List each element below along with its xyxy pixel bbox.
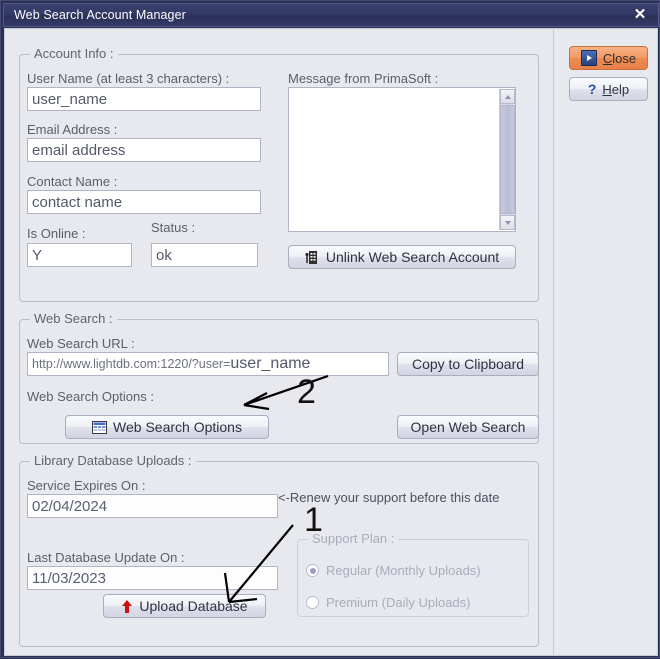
upload-arrow-icon (121, 599, 133, 614)
question-mark-icon: ? (587, 81, 597, 97)
scroll-down-icon[interactable] (500, 215, 515, 230)
status-input[interactable]: ok (151, 243, 258, 267)
scrollbar-thumb[interactable] (500, 105, 515, 214)
email-address-input[interactable]: email address (27, 138, 261, 162)
unlink-account-icon (305, 250, 320, 265)
arrow-right-icon (580, 50, 597, 66)
message-textarea[interactable] (288, 87, 516, 232)
support-plan-group-title: Support Plan : (308, 531, 399, 546)
message-label: Message from PrimaSoft : (288, 71, 439, 86)
radio-regular-icon[interactable] (306, 564, 319, 577)
web-search-options-label: Web Search Options : (27, 389, 154, 404)
user-name-input[interactable]: user_name (27, 87, 261, 111)
service-expires-input[interactable]: 02/04/2024 (27, 494, 278, 518)
library-uploads-group-title: Library Database Uploads : (30, 453, 196, 468)
web-search-url-input[interactable]: http://www.lightdb.com:1220/?user= user_n… (27, 352, 389, 376)
web-search-options-label-text: Web Search Options (113, 419, 242, 435)
contact-name-input[interactable]: contact name (27, 190, 261, 214)
web-search-options-button[interactable]: Web Search Options (65, 415, 269, 439)
radio-regular-label: Regular (Monthly Uploads) (326, 563, 481, 578)
client-area: Close ? Help Account Info : User Name (a… (4, 28, 658, 656)
copy-button-label: Copy to Clipboard (411, 356, 525, 372)
close-button-label: Close (602, 50, 637, 66)
title-bar: Web Search Account Manager ✕ (3, 3, 659, 27)
application-window: Web Search Account Manager ✕ Close ? Hel… (0, 0, 660, 658)
is-online-label: Is Online : (27, 226, 86, 241)
user-name-label: User Name (at least 3 characters) : (27, 71, 230, 86)
last-database-update-input[interactable]: 11/03/2023 (27, 566, 278, 590)
open-web-search-button[interactable]: Open Web Search (397, 415, 539, 439)
copy-to-clipboard-button[interactable]: Copy to Clipboard (397, 352, 539, 376)
renew-support-note: <-Renew your support before this date (278, 490, 500, 505)
contact-name-label: Contact Name : (27, 174, 118, 189)
help-button[interactable]: ? Help (569, 77, 648, 101)
radio-premium-icon[interactable] (306, 596, 319, 609)
last-database-update-label: Last Database Update On : (27, 550, 185, 565)
unlink-button-label: Unlink Web Search Account (325, 249, 500, 265)
options-grid-icon (92, 420, 108, 434)
open-web-search-label: Open Web Search (410, 419, 526, 435)
support-plan-option-regular[interactable]: Regular (Monthly Uploads) (306, 563, 481, 578)
web-search-group-title: Web Search : (30, 311, 117, 326)
close-button[interactable]: Close (569, 46, 648, 70)
url-prefix-text: http://www.lightdb.com:1220/?user= (32, 357, 231, 371)
support-plan-option-premium[interactable]: Premium (Daily Uploads) (306, 595, 470, 610)
scroll-up-icon[interactable] (500, 89, 515, 104)
status-label: Status : (151, 220, 196, 235)
unlink-web-search-account-button[interactable]: Unlink Web Search Account (288, 245, 516, 269)
window-title: Web Search Account Manager (14, 8, 186, 22)
service-expires-label: Service Expires On : (27, 478, 146, 493)
panel-divider (553, 29, 554, 655)
url-username-text: user_name (230, 355, 311, 372)
message-scrollbar[interactable] (499, 89, 515, 230)
is-online-input[interactable]: Y (27, 243, 132, 267)
email-address-label: Email Address : (27, 122, 118, 137)
upload-database-label: Upload Database (139, 598, 248, 614)
web-search-url-label: Web Search URL : (27, 336, 135, 351)
window-close-icon[interactable]: ✕ (631, 6, 649, 24)
account-info-group-title: Account Info : (30, 46, 118, 61)
help-button-label: Help (602, 81, 630, 97)
radio-premium-label: Premium (Daily Uploads) (326, 595, 471, 610)
upload-database-button[interactable]: Upload Database (103, 594, 266, 618)
